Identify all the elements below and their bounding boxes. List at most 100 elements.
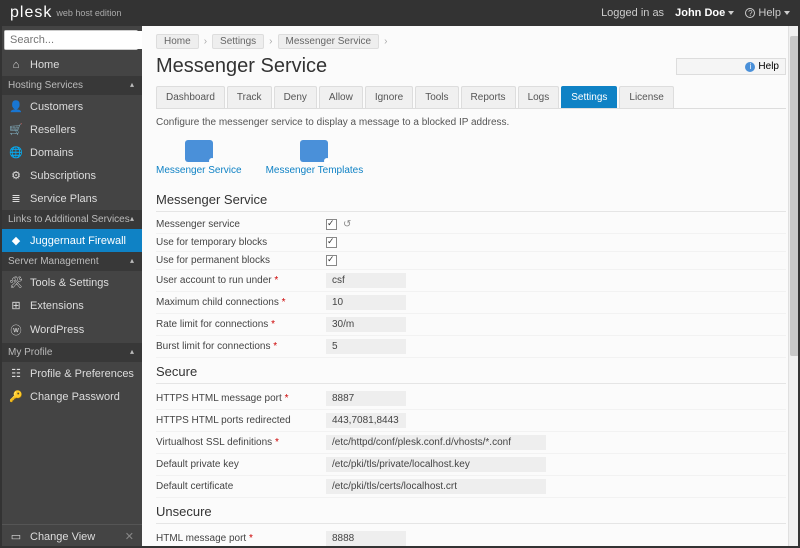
tabs: Dashboard Track Deny Allow Ignore Tools … xyxy=(156,86,786,109)
nav-tools[interactable]: 🛠Tools & Settings xyxy=(0,271,142,294)
nav-juggernaut[interactable]: ◆Juggernaut Firewall xyxy=(0,229,142,252)
breadcrumb-current[interactable]: Messenger Service xyxy=(278,34,380,49)
tab-reports[interactable]: Reports xyxy=(461,86,516,108)
value-cert[interactable]: /etc/pki/tls/certs/localhost.crt xyxy=(326,479,546,494)
help-label: Help xyxy=(758,7,781,19)
page-description: Configure the messenger service to displ… xyxy=(156,109,786,136)
nav-label: Change View xyxy=(30,531,95,543)
chevron-up-icon: ▴ xyxy=(130,80,134,91)
value-vhost-ssl[interactable]: /etc/httpd/conf/plesk.conf.d/vhosts/*.co… xyxy=(326,435,546,450)
nav-home[interactable]: ⌂Home xyxy=(0,54,142,76)
brand-subtitle: web host edition xyxy=(56,8,121,18)
help-button[interactable]: iHelp xyxy=(676,58,786,75)
tab-logs[interactable]: Logs xyxy=(518,86,560,108)
tab-license[interactable]: License xyxy=(619,86,673,108)
brand-logo: plesk xyxy=(10,4,52,22)
nav-change-view[interactable]: ▭Change View✕ xyxy=(0,525,142,548)
nav-customers[interactable]: 👤 Customers xyxy=(0,95,142,118)
nav-profile-prefs[interactable]: ☷Profile & Preferences xyxy=(0,362,142,385)
breadcrumb-sep: › xyxy=(383,36,388,47)
value-html-port[interactable]: 8888 xyxy=(326,531,406,546)
subtab-label: Messenger Templates xyxy=(266,165,364,176)
nav-change-password[interactable]: 🔑Change Password xyxy=(0,385,142,408)
tab-deny[interactable]: Deny xyxy=(274,86,317,108)
caret-down-icon xyxy=(728,11,734,15)
user-name: John Doe xyxy=(675,7,725,19)
section-label: Hosting Services xyxy=(8,80,83,91)
subtab-messenger-templates[interactable]: Messenger Templates xyxy=(266,140,364,176)
tab-settings[interactable]: Settings xyxy=(561,86,617,108)
nav-resellers[interactable]: 🛒Resellers xyxy=(0,118,142,141)
nav-service-plans[interactable]: ≣Service Plans xyxy=(0,187,142,210)
label-perm: Use for permanent blocks xyxy=(156,255,326,266)
scrollbar[interactable] xyxy=(788,26,799,547)
section-hosting[interactable]: Hosting Services ▴ xyxy=(0,76,142,95)
checkbox-service[interactable] xyxy=(326,219,337,230)
label-https-redir: HTTPS HTML ports redirected xyxy=(156,415,326,426)
nav-label: Resellers xyxy=(30,124,76,136)
section-label: My Profile xyxy=(8,347,52,358)
puzzle-icon: ⊞ xyxy=(8,299,24,312)
value-rate-limit[interactable]: 30/m xyxy=(326,317,406,332)
nav-domains[interactable]: 🌐Domains xyxy=(0,141,142,164)
caret-down-icon xyxy=(784,11,790,15)
value-user-acct[interactable]: csf xyxy=(326,273,406,288)
value-priv-key[interactable]: /etc/pki/tls/private/localhost.key xyxy=(326,457,546,472)
breadcrumb-sep: › xyxy=(203,36,208,47)
tab-ignore[interactable]: Ignore xyxy=(365,86,413,108)
prefs-icon: ☷ xyxy=(8,367,24,380)
logged-in-text: Logged in as xyxy=(601,7,667,19)
section-heading-secure: Secure xyxy=(156,358,786,384)
help-menu[interactable]: ? Help xyxy=(745,7,790,19)
value-burst-limit[interactable]: 5 xyxy=(326,339,406,354)
section-profile[interactable]: My Profile▴ xyxy=(0,343,142,362)
checkbox-temp[interactable] xyxy=(326,237,337,248)
shield-icon: ◆ xyxy=(8,234,24,247)
wordpress-icon: ⓦ xyxy=(8,322,24,338)
restore-icon[interactable]: ↺ xyxy=(343,219,351,230)
nav-label: WordPress xyxy=(30,324,84,336)
nav-label: Domains xyxy=(30,147,73,159)
breadcrumb-settings[interactable]: Settings xyxy=(212,34,264,49)
label-burst-limit: Burst limit for connections * xyxy=(156,341,326,352)
value-https-port[interactable]: 8887 xyxy=(326,391,406,406)
nav-label: Customers xyxy=(30,101,83,113)
breadcrumb-sep: › xyxy=(268,36,273,47)
subtab-messenger-service[interactable]: Messenger Service xyxy=(156,140,242,176)
user-icon: 👤 xyxy=(8,100,24,113)
close-icon[interactable]: ✕ xyxy=(125,530,134,543)
breadcrumb-home[interactable]: Home xyxy=(156,34,199,49)
label-https-port: HTTPS HTML message port * xyxy=(156,393,326,404)
checkbox-perm[interactable] xyxy=(326,255,337,266)
tab-dashboard[interactable]: Dashboard xyxy=(156,86,225,108)
value-max-child[interactable]: 10 xyxy=(326,295,406,310)
info-icon: i xyxy=(745,62,755,72)
nav-label: Change Password xyxy=(30,391,120,403)
subtab-label: Messenger Service xyxy=(156,165,242,176)
topbar: plesk web host edition Logged in as John… xyxy=(0,0,800,26)
breadcrumb: Home› Settings› Messenger Service› xyxy=(142,26,800,53)
user-menu[interactable]: John Doe xyxy=(675,7,734,19)
search-input[interactable] xyxy=(5,31,157,49)
templates-icon xyxy=(300,140,328,162)
chevron-up-icon: ▴ xyxy=(130,256,134,267)
tab-tools[interactable]: Tools xyxy=(415,86,458,108)
label-vhost-ssl: Virtualhost SSL definitions * xyxy=(156,437,326,448)
nav-label: Tools & Settings xyxy=(30,277,109,289)
section-server[interactable]: Server Management▴ xyxy=(0,252,142,271)
gear-icon: ⚙ xyxy=(8,169,24,182)
nav-label: Extensions xyxy=(30,300,84,312)
nav-extensions[interactable]: ⊞ Extensions xyxy=(0,294,142,317)
chevron-up-icon: ▴ xyxy=(130,214,134,225)
home-icon: ⌂ xyxy=(8,59,24,71)
tab-allow[interactable]: Allow xyxy=(319,86,363,108)
sidebar: ⌕ ⌂Home Hosting Services▴ 👤Customers 🛒Re… xyxy=(0,26,142,548)
nav-subscriptions[interactable]: ⚙Subscriptions xyxy=(0,164,142,187)
value-https-redir[interactable]: 443,7081,8443 xyxy=(326,413,406,428)
scrollbar-thumb[interactable] xyxy=(790,36,799,356)
section-links[interactable]: Links to Additional Services▴ xyxy=(0,210,142,229)
messenger-icon xyxy=(185,140,213,162)
nav-wordpress[interactable]: ⓦ WordPress xyxy=(0,317,142,343)
tab-track[interactable]: Track xyxy=(227,86,272,108)
label-priv-key: Default private key xyxy=(156,459,326,470)
